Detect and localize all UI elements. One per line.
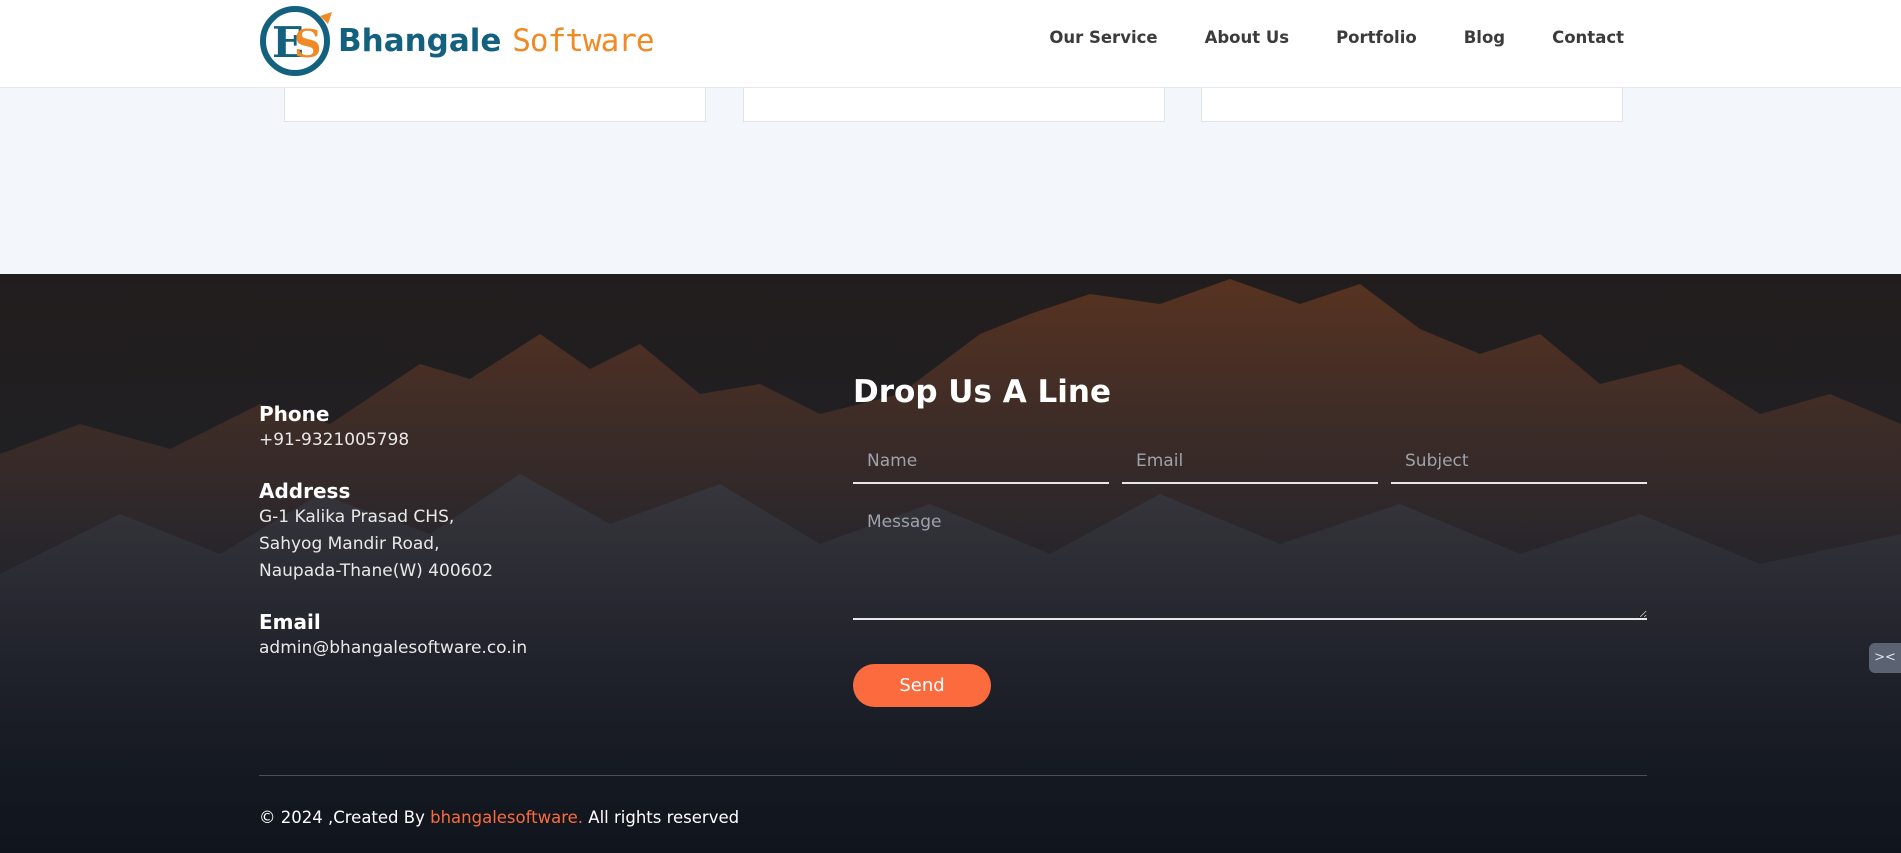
address-block: Address G-1 Kalika Prasad CHS, Sahyog Ma… [259,478,527,585]
copyright-prefix: © 2024 ,Created By [259,808,431,827]
nav-about-us[interactable]: About Us [1205,28,1290,47]
brand-name: Bhangale Software [338,23,655,59]
svg-text:S: S [294,21,321,66]
contact-form: Drop Us A Line Send [853,372,1647,707]
main-nav: Our Service About Us Portfolio Blog Cont… [1049,28,1624,47]
footer-divider [259,775,1647,776]
copyright-link[interactable]: bhangalesoftware. [430,808,583,827]
content-section [0,88,1901,274]
form-title: Drop Us A Line [853,374,1111,410]
nav-our-service[interactable]: Our Service [1049,28,1157,47]
site-header: E S Bhangale Software Our Service About … [0,0,1901,88]
brand-name-part1: Bhangale [338,23,502,59]
address-line: Naupada-Thane(W) 400602 [259,561,494,581]
nav-contact[interactable]: Contact [1552,28,1624,47]
service-card [743,88,1165,122]
message-textarea[interactable] [853,502,1647,620]
service-card [1201,88,1623,122]
email-block: Email admin@bhangalesoftware.co.in [259,609,527,662]
copyright-suffix: All rights reserved [583,808,740,827]
address-line: G-1 Kalika Prasad CHS, [259,507,455,527]
name-input[interactable] [853,440,1109,484]
nav-portfolio[interactable]: Portfolio [1336,28,1417,47]
form-row [853,440,1647,484]
phone-title: Phone [259,402,330,426]
brand-name-part2: Software [512,23,654,59]
email-address[interactable]: admin@bhangalesoftware.co.in [259,635,527,662]
contact-info: Phone +91-9321005798 Address G-1 Kalika … [259,401,527,686]
email-input[interactable] [1122,440,1378,484]
email-title: Email [259,610,321,634]
address-title: Address [259,479,351,503]
phone-block: Phone +91-9321005798 [259,401,527,454]
subject-input[interactable] [1391,440,1647,484]
collapse-arrows-icon[interactable]: >< [1869,643,1901,673]
site-footer: Phone +91-9321005798 Address G-1 Kalika … [0,274,1901,853]
copyright: © 2024 ,Created By bhangalesoftware. All… [259,808,739,827]
service-card [284,88,706,122]
nav-blog[interactable]: Blog [1464,28,1505,47]
address-line: Sahyog Mandir Road, [259,534,440,554]
brand-logo[interactable]: E S Bhangale Software [258,4,655,78]
send-button[interactable]: Send [853,664,991,707]
phone-number[interactable]: +91-9321005798 [259,427,527,454]
bs-logo-icon: E S [260,6,332,76]
